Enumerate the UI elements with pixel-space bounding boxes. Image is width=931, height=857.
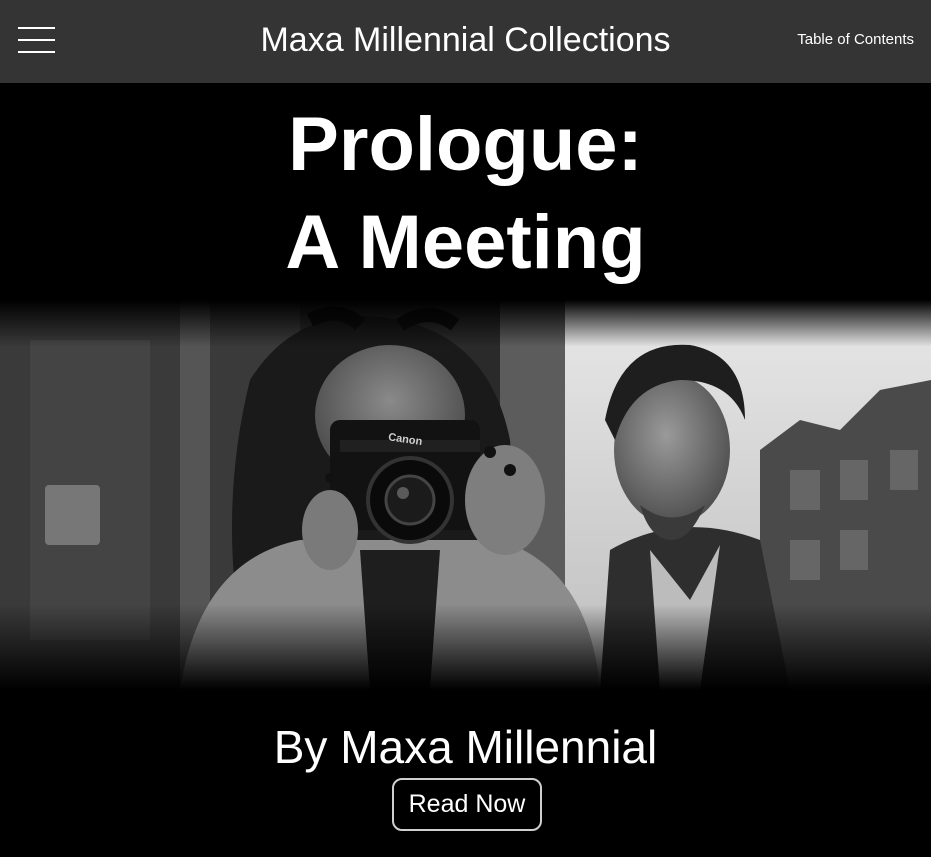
- top-navbar: Maxa Millennial Collections Table of Con…: [0, 0, 931, 83]
- chapter-title: Prologue: A Meeting: [0, 96, 931, 292]
- site-title[interactable]: Maxa Millennial Collections: [0, 19, 931, 61]
- chapter-title-line-2: A Meeting: [285, 200, 646, 285]
- author-byline: By Maxa Millennial: [273, 721, 658, 773]
- chapter-title-line-1: Prologue:: [288, 102, 643, 187]
- hero-photo-illustration: Canon: [0, 300, 931, 690]
- read-now-button[interactable]: Read Now: [392, 778, 542, 831]
- table-of-contents-link[interactable]: Table of Contents: [797, 31, 914, 49]
- hero-photo: Canon: [0, 300, 931, 690]
